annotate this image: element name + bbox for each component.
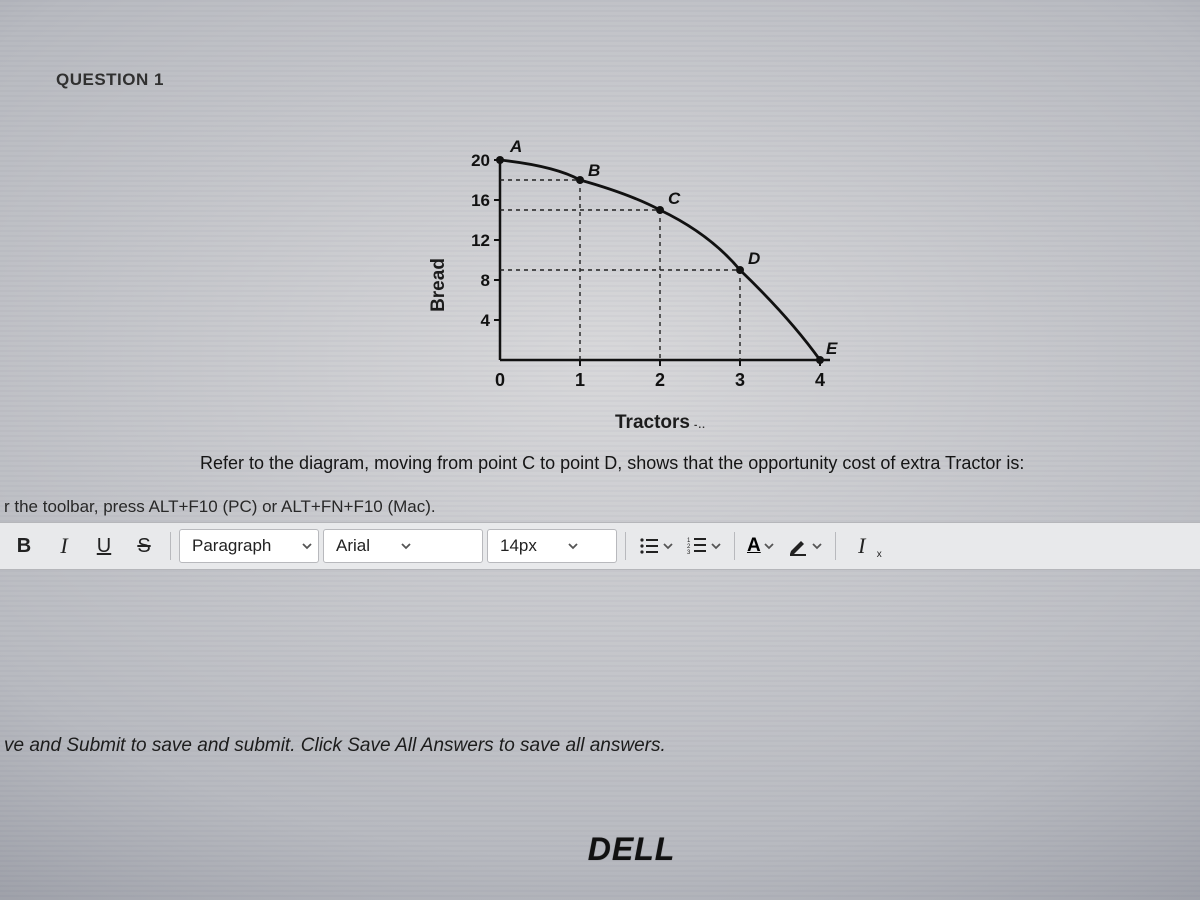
- text-color-label: A: [747, 535, 761, 557]
- underline-button[interactable]: U: [86, 528, 122, 564]
- bulleted-list-button[interactable]: [634, 528, 678, 564]
- bold-button[interactable]: B: [6, 528, 42, 564]
- strikethrough-button[interactable]: S: [126, 528, 162, 564]
- svg-text:3: 3: [735, 370, 745, 390]
- clear-formatting-button[interactable]: Ix: [844, 528, 880, 564]
- svg-text:1: 1: [575, 370, 585, 390]
- italic-button[interactable]: I: [46, 528, 82, 564]
- toolbar-hint: r the toolbar, press ALT+F10 (PC) or ALT…: [0, 497, 1200, 517]
- chevron-down-icon: [811, 540, 823, 552]
- question-header: QUESTION 1: [56, 70, 164, 90]
- paragraph-select-label: Paragraph: [192, 536, 271, 556]
- separator: [625, 532, 626, 560]
- svg-text:2: 2: [655, 370, 665, 390]
- separator: [170, 532, 171, 560]
- question-text: Refer to the diagram, moving from point …: [200, 453, 1140, 474]
- svg-text:4: 4: [481, 311, 491, 330]
- svg-text:12: 12: [471, 231, 490, 250]
- svg-text:B: B: [588, 161, 600, 180]
- svg-text:A: A: [509, 140, 522, 156]
- font-size-label: 14px: [500, 536, 537, 556]
- font-size-select[interactable]: 14px: [487, 529, 617, 563]
- chevron-down-icon: [763, 540, 775, 552]
- svg-text:0: 0: [495, 370, 505, 390]
- list-numbered-icon: 1 2 3: [686, 535, 708, 557]
- chevron-down-icon: [710, 540, 722, 552]
- numbered-list-button[interactable]: 1 2 3: [682, 528, 726, 564]
- highlighter-icon: [787, 535, 809, 557]
- svg-text:C: C: [668, 189, 681, 208]
- separator: [734, 532, 735, 560]
- list-bullets-icon: [638, 535, 660, 557]
- chevron-down-icon: [662, 540, 674, 552]
- chart-svg: 4 8 12 16 20 0 1 2 3 4: [460, 140, 840, 400]
- x-axis-label: Tractors-..: [615, 412, 706, 434]
- chevron-down-icon: [400, 540, 412, 552]
- highlight-color-button[interactable]: [783, 528, 827, 564]
- svg-text:20: 20: [471, 151, 490, 170]
- font-family-select[interactable]: Arial: [323, 529, 483, 563]
- chevron-down-icon: [301, 540, 313, 552]
- text-color-button[interactable]: A: [743, 528, 779, 564]
- svg-text:16: 16: [471, 191, 490, 210]
- footer-instructions: ve and Submit to save and submit. Click …: [0, 735, 1200, 757]
- y-axis-label: Bread: [428, 258, 450, 312]
- ppf-chart: Bread 4 8 12 16 20 0 1: [430, 140, 860, 430]
- svg-text:4: 4: [815, 370, 825, 390]
- svg-text:3: 3: [687, 550, 691, 556]
- separator: [835, 532, 836, 560]
- svg-text:8: 8: [481, 271, 490, 290]
- svg-text:E: E: [826, 339, 838, 358]
- editor-toolbar: B I U S Paragraph Arial 14px 1: [0, 522, 1200, 570]
- svg-text:D: D: [748, 249, 760, 268]
- chevron-down-icon: [567, 540, 579, 552]
- brand-logo: DELL: [588, 831, 676, 868]
- paragraph-select[interactable]: Paragraph: [179, 529, 319, 563]
- font-family-label: Arial: [336, 536, 370, 556]
